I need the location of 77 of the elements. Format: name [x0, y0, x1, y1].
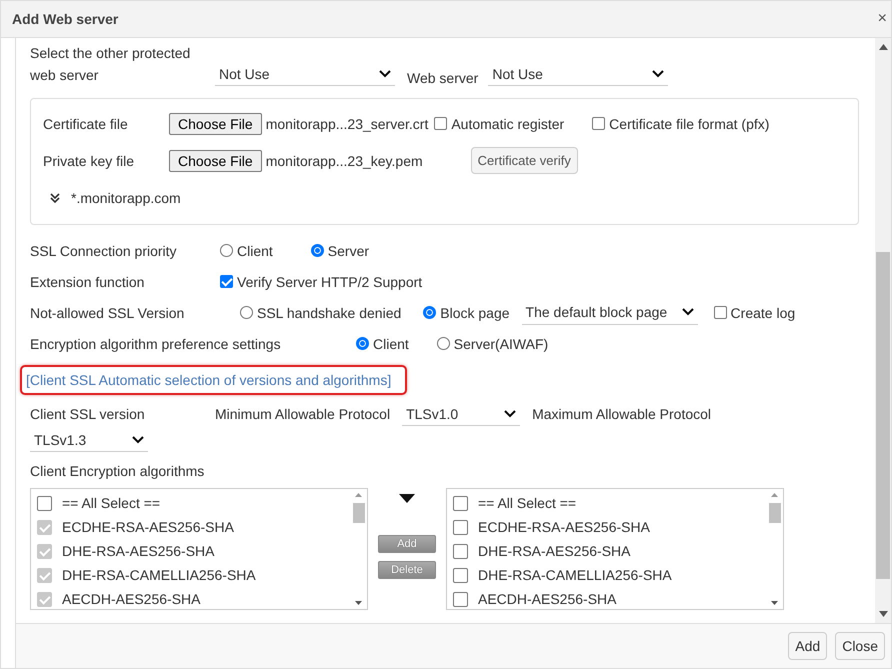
algorithm-item: AECDH-AES256-SHA [478, 591, 616, 607]
scrollbar[interactable] [875, 38, 891, 623]
field-label: Select the other protected web server [30, 44, 192, 85]
checkbox-label: Automatic register [451, 116, 564, 132]
radio-button[interactable] [310, 244, 324, 257]
checkbox[interactable] [453, 544, 468, 558]
checkbox[interactable] [37, 496, 52, 510]
caret-icon [399, 494, 415, 503]
checkbox[interactable] [220, 275, 233, 288]
dropdown[interactable]: TLSv1.0 [402, 402, 520, 426]
dropdown[interactable]: The default block page [522, 300, 698, 324]
field-label: Web server [407, 70, 478, 86]
scrollbar-thumb[interactable] [352, 503, 364, 523]
algorithm-item: DHE-RSA-CAMELLIA256-SHA [478, 567, 672, 583]
file-name: monitorapp...23_key.pem [266, 152, 423, 168]
footer-button[interactable]: Add [788, 632, 828, 660]
field-label: Certificate file [43, 116, 129, 132]
radio-label: Client [237, 242, 273, 258]
chevron-icon [132, 436, 144, 444]
algorithm-item: == All Select == [478, 495, 576, 511]
scrollbar-thumb[interactable] [876, 252, 890, 579]
double-chevron-icon[interactable] [49, 192, 61, 204]
choose-file-button[interactable]: Choose File [169, 112, 262, 134]
algorithm-item: DHE-RSA-AES256-SHA [62, 543, 214, 559]
checkbox-label: Verify Server HTTP/2 Support [237, 274, 422, 290]
checkbox[interactable] [592, 117, 606, 130]
radio-button[interactable] [436, 337, 450, 350]
field-label: Extension function [30, 274, 146, 290]
radio-button[interactable] [423, 306, 436, 319]
algorithm-item: DHE-RSA-CAMELLIA256-SHA [62, 567, 256, 583]
auto-selection-link[interactable]: [Client SSL Automatic selection of versions and algorithms] [20, 365, 408, 395]
checkbox[interactable] [453, 568, 468, 582]
checkbox[interactable] [434, 117, 448, 130]
algorithm-item: AECDH-AES256-SHA [62, 591, 200, 607]
chevron-icon [682, 308, 694, 316]
scroll-up-icon[interactable] [878, 44, 888, 50]
radio-button[interactable] [240, 306, 253, 319]
field-label: Client SSL version [30, 406, 146, 422]
field-label: Maximum Allowable Protocol [532, 406, 712, 422]
footer-button[interactable]: Close [835, 632, 885, 660]
algorithm-item: DHE-RSA-AES256-SHA [478, 543, 630, 559]
radio-label: Block page [440, 304, 510, 320]
radio-label: SSL handshake denied [257, 304, 402, 320]
field-label: Encryption algorithm preference settings [30, 336, 282, 352]
scrollbar-thumb[interactable] [768, 503, 780, 523]
field-label: Minimum Allowable Protocol [215, 406, 390, 422]
chevron-icon [652, 70, 664, 78]
checkbox-label: Create log [730, 304, 796, 320]
file-name: monitorapp...23_server.crt [266, 116, 428, 132]
radio-button[interactable] [220, 244, 233, 257]
field-label: Private key file [43, 152, 136, 168]
field-label: SSL Connection priority [30, 242, 178, 258]
checkbox[interactable] [453, 496, 468, 510]
choose-file-button[interactable]: Choose File [169, 150, 262, 172]
algorithm-item: ECDHE-RSA-AES256-SHA [478, 519, 650, 535]
certificate-verify-button[interactable]: Certificate verify [470, 147, 578, 174]
checkbox-label: Certificate file format (pfx) [609, 116, 770, 132]
chevron-icon [379, 70, 391, 78]
scroll-down-icon[interactable] [878, 611, 888, 617]
checkbox[interactable] [453, 520, 468, 534]
chevron-icon [504, 410, 516, 418]
domain-text: *.monitorapp.com [71, 190, 181, 206]
checkbox[interactable] [453, 592, 468, 606]
field-label: Not-allowed SSL Version [30, 304, 186, 320]
dropdown[interactable]: Not Use [488, 62, 668, 86]
window-title: Add Web server [12, 11, 118, 27]
radio-button[interactable] [356, 337, 369, 350]
radio-label: Server [328, 242, 370, 258]
radio-label: Client [373, 336, 409, 352]
dropdown[interactable]: Not Use [215, 62, 395, 86]
section-label: Client Encryption algorithms [30, 462, 204, 478]
radio-label: Server(AIWAF) [454, 336, 548, 352]
algorithm-item: ECDHE-RSA-AES256-SHA [62, 519, 234, 535]
algorithm-item: == All Select == [62, 495, 160, 511]
checkbox[interactable] [714, 306, 727, 319]
close-button[interactable]: × [878, 10, 887, 28]
dropdown[interactable]: TLSv1.3 [30, 428, 148, 452]
